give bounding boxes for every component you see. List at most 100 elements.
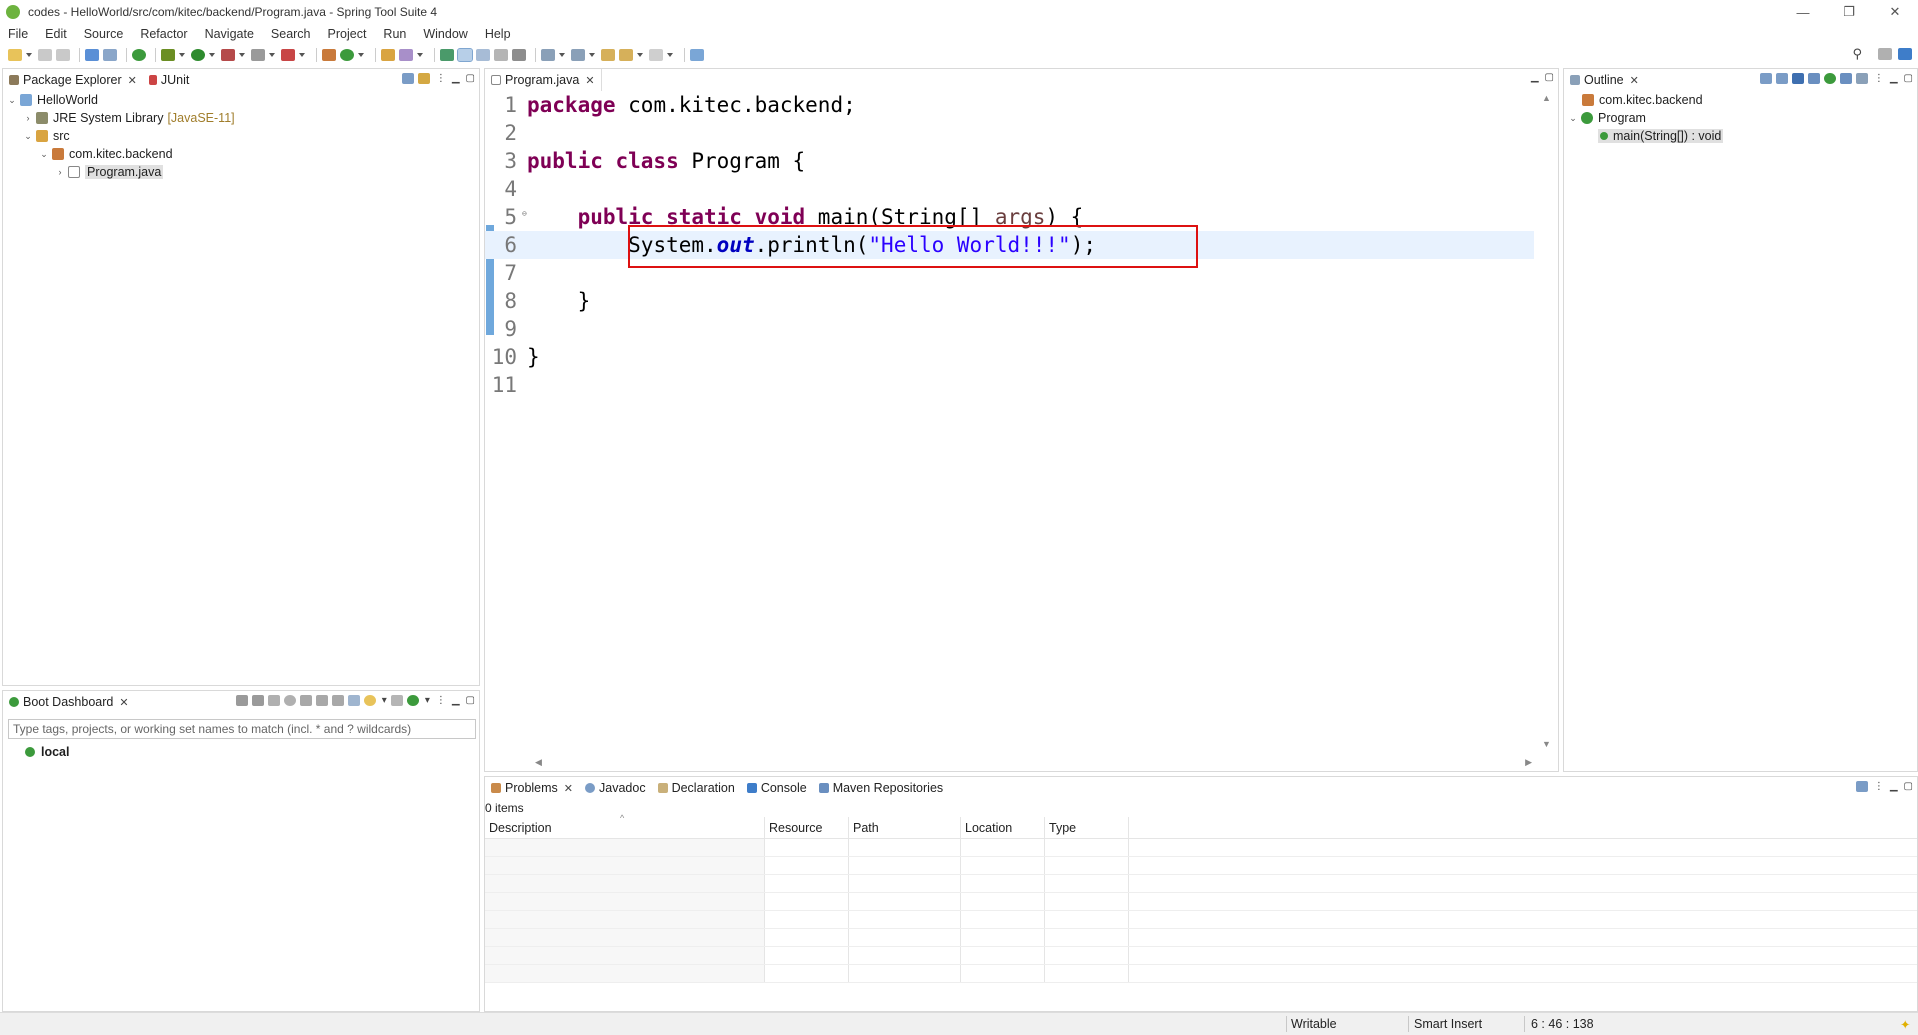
search-tool-icon[interactable] <box>399 49 413 61</box>
code-line[interactable]: 8 } <box>485 287 1534 315</box>
tab-console[interactable]: Console <box>741 777 813 799</box>
open-browser-icon[interactable] <box>299 695 312 706</box>
minimize-icon[interactable]: ▁ <box>1531 73 1539 83</box>
stop-icon[interactable] <box>251 49 265 61</box>
code-line[interactable]: 4 <box>485 175 1534 203</box>
close-icon[interactable]: ✕ <box>564 782 573 795</box>
close-icon[interactable]: ✕ <box>1630 74 1639 87</box>
word-wrap-icon[interactable] <box>476 49 490 61</box>
tree-item-jre[interactable]: › JRE System Library [JavaSE-11] <box>3 109 479 127</box>
show-whitespace-icon[interactable] <box>494 49 508 61</box>
maximize-icon[interactable]: ▢ <box>466 695 475 706</box>
chevron-down-icon[interactable]: ▾ <box>425 695 430 706</box>
toggle-mark-occurrences-icon[interactable] <box>440 49 454 61</box>
next-annotation-icon[interactable] <box>541 49 555 61</box>
chevron-down-icon[interactable] <box>417 53 423 57</box>
back-icon[interactable] <box>619 49 633 61</box>
code-line[interactable]: 2 <box>485 119 1534 147</box>
tab-boot-dashboard[interactable]: Boot Dashboard ✕ <box>3 691 135 713</box>
skip-breakpoints-icon[interactable] <box>103 49 117 61</box>
tab-problems[interactable]: Problems ✕ <box>485 777 580 799</box>
window-icon[interactable] <box>347 695 360 706</box>
restart-icon[interactable] <box>235 695 248 706</box>
tab-program-java[interactable]: Program.java ✕ <box>485 69 602 91</box>
toggle-block-selection-icon[interactable] <box>457 48 473 62</box>
column-type[interactable]: Type <box>1045 817 1129 838</box>
fold-icon[interactable]: ⊖ <box>522 209 527 218</box>
close-button[interactable]: ✕ <box>1872 0 1918 24</box>
maximize-icon[interactable]: ▢ <box>1904 73 1913 84</box>
scroll-left-icon[interactable]: ◀ <box>535 757 542 768</box>
chevron-down-icon[interactable]: ⌄ <box>7 95 17 106</box>
chevron-down-icon[interactable] <box>239 53 245 57</box>
menu-search[interactable]: Search <box>271 27 311 41</box>
lightbulb-icon[interactable]: ✦ <box>1900 1017 1910 1032</box>
sort-icon[interactable] <box>1775 73 1788 84</box>
close-icon[interactable]: ✕ <box>585 74 594 87</box>
chevron-down-icon[interactable] <box>589 53 595 57</box>
save-icon[interactable] <box>38 49 52 61</box>
tree-item-package[interactable]: ⌄ com.kitec.backend <box>3 145 479 163</box>
code-line[interactable]: 10 } <box>485 343 1534 371</box>
hide-static-icon[interactable] <box>1807 73 1820 84</box>
link-with-editor-icon[interactable] <box>417 73 430 84</box>
column-resource[interactable]: Resource <box>765 817 849 838</box>
tab-junit[interactable]: JUnit <box>143 69 195 91</box>
view-menu-icon[interactable]: ⋮ <box>1874 781 1884 792</box>
edit-icon[interactable] <box>331 695 344 706</box>
scroll-right-icon[interactable]: ▶ <box>1525 757 1532 768</box>
chevron-down-icon[interactable]: ⌄ <box>39 149 49 160</box>
code-editor[interactable]: 1 package com.kitec.backend; 2 3 public … <box>485 91 1534 751</box>
code-line[interactable]: 3 public class Program { <box>485 147 1534 175</box>
scroll-down-icon[interactable]: ▼ <box>1542 739 1551 749</box>
menu-window[interactable]: Window <box>423 27 467 41</box>
restart-debug-icon[interactable] <box>251 695 264 706</box>
outline-item-method[interactable]: main(String[]) : void <box>1564 127 1917 145</box>
coverage-icon[interactable] <box>221 49 235 61</box>
menu-project[interactable]: Project <box>328 27 367 41</box>
tab-declaration[interactable]: Declaration <box>652 777 741 799</box>
run-icon[interactable] <box>191 49 205 61</box>
pin-editor-icon[interactable] <box>690 49 704 61</box>
terminal-icon[interactable] <box>85 49 99 61</box>
outline-item-class[interactable]: ⌄ Program <box>1564 109 1917 127</box>
menu-navigate[interactable]: Navigate <box>205 27 254 41</box>
column-path[interactable]: Path <box>849 817 961 838</box>
console-icon[interactable] <box>315 695 328 706</box>
chevron-down-icon[interactable]: ⌄ <box>23 131 33 142</box>
minimize-icon[interactable]: ▁ <box>452 695 460 706</box>
boot-item-local[interactable]: local <box>25 745 70 759</box>
view-menu-icon[interactable]: ⋮ <box>1874 73 1884 84</box>
hide-fields-icon[interactable] <box>1791 73 1804 84</box>
filter-icon[interactable] <box>1855 781 1868 792</box>
minimize-icon[interactable]: ▁ <box>1890 781 1898 792</box>
boot-dashboard-icon[interactable] <box>132 49 146 61</box>
chevron-down-icon[interactable]: ⌄ <box>1568 113 1578 124</box>
view-menu-icon[interactable]: ⋮ <box>436 695 446 706</box>
menu-edit[interactable]: Edit <box>45 27 67 41</box>
chevron-down-icon[interactable] <box>667 53 673 57</box>
chevron-down-icon[interactable] <box>358 53 364 57</box>
code-line[interactable]: 9 <box>485 315 1534 343</box>
tree-item-file[interactable]: › Program.java <box>3 163 479 181</box>
chevron-right-icon[interactable]: › <box>55 167 65 177</box>
minimize-icon[interactable]: ▁ <box>452 73 460 84</box>
column-location[interactable]: Location <box>961 817 1045 838</box>
stop-icon[interactable] <box>267 695 280 706</box>
minimize-button[interactable]: — <box>1780 0 1826 24</box>
chevron-down-icon[interactable] <box>209 53 215 57</box>
tab-javadoc[interactable]: Javadoc <box>579 777 652 799</box>
java-perspective-icon[interactable] <box>1898 48 1912 60</box>
menu-run[interactable]: Run <box>383 27 406 41</box>
new-icon[interactable] <box>8 49 22 61</box>
collapse-all-icon[interactable] <box>1759 73 1772 84</box>
restore-button[interactable]: ❐ <box>1826 0 1872 24</box>
forward-icon[interactable] <box>649 49 663 61</box>
tree-item-src[interactable]: ⌄ src <box>3 127 479 145</box>
lightbulb-icon[interactable] <box>363 695 376 706</box>
open-type-icon[interactable] <box>381 49 395 61</box>
debug-icon[interactable] <box>161 49 175 61</box>
add-icon[interactable] <box>406 695 419 706</box>
column-description[interactable]: Description ^ <box>485 813 765 838</box>
collapse-all-icon[interactable] <box>401 73 414 84</box>
